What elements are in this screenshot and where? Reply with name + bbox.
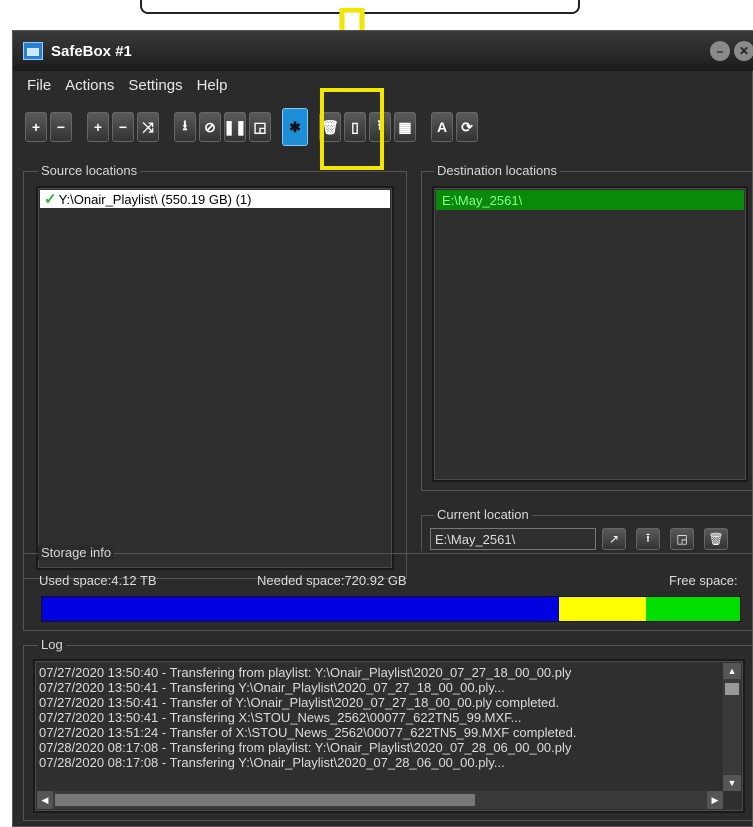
pause-icon: ❚❚ — [223, 118, 247, 135]
title-bar: SafeBox #1 – ✕ — [13, 31, 753, 71]
vertical-scroll-thumb[interactable] — [725, 683, 739, 695]
shuffle-button[interactable]: ⤨ — [137, 112, 159, 142]
document-icon: ▯ — [351, 118, 359, 135]
refresh-button[interactable]: ⟳ — [456, 112, 478, 142]
menu-help[interactable]: Help — [197, 77, 228, 94]
list-item[interactable]: ✓ Y:\Onair_Playlist\ (550.19 GB) (1) — [40, 190, 390, 208]
current-location-group: Current location E:\May_2561\ ↗ ⭱ ◲ 🗑 — [421, 507, 753, 551]
horizontal-scroll-thumb[interactable] — [55, 794, 475, 806]
destination-locations-group: Destination locations E:\May_2561\ — [421, 163, 753, 491]
needed-space-text: Needed space:720.92 GB — [257, 573, 407, 588]
minimize-button[interactable]: – — [710, 41, 730, 61]
current-location-value: E:\May_2561\ — [435, 531, 516, 547]
free-space-segment — [646, 597, 740, 621]
trash-icon: 🗑 — [708, 532, 724, 546]
trash-icon: 🗑 — [321, 118, 339, 135]
check-icon: ✓ — [44, 191, 57, 208]
destination-item-label: E:\May_2561\ — [442, 192, 523, 208]
current-location-field[interactable]: E:\May_2561\ — [430, 528, 596, 550]
menu-actions[interactable]: Actions — [65, 77, 114, 94]
scroll-right-button[interactable]: ▶ — [707, 791, 723, 809]
upload-icon: ⭱ — [645, 530, 651, 545]
upload-icon: ⭱ — [377, 117, 383, 133]
settings-star-icon: ✱ — [289, 118, 301, 135]
storage-bar — [41, 596, 741, 622]
remove-source-button[interactable]: − — [50, 112, 72, 142]
add-source-button[interactable]: + — [25, 112, 47, 142]
window-icon: ◲ — [253, 118, 267, 135]
toolbar: + − + − ⤨ ⭳ ⊘ ❚❚ ◲ ✱ 🗑 ▯ ⭱ ▦ A ⟳ — [25, 108, 481, 146]
grid-button[interactable]: ▦ — [394, 112, 416, 142]
stop-icon: ⊘ — [204, 118, 216, 135]
remove-destination-button[interactable]: − — [112, 112, 134, 142]
stop-button[interactable]: ⊘ — [199, 112, 221, 142]
close-button[interactable]: ✕ — [734, 41, 753, 61]
free-space-text: Free space: — [669, 573, 738, 588]
upload-button[interactable]: ⭱ — [369, 112, 391, 142]
open-folder-button[interactable]: ↗ — [602, 528, 626, 550]
menu-settings[interactable]: Settings — [128, 77, 182, 94]
log-line: 07/27/2020 13:50:41 - Transfering X:\STO… — [39, 710, 522, 725]
source-locations-label: Source locations — [38, 163, 141, 178]
minus-icon: − — [118, 119, 128, 135]
document-button[interactable]: ▯ — [344, 112, 366, 142]
source-locations-group: Source locations ✓ Y:\Onair_Playlist\ (5… — [23, 163, 407, 579]
download-icon: ⭳ — [182, 117, 188, 133]
destination-list[interactable]: E:\May_2561\ — [432, 186, 748, 482]
move-up-button[interactable]: ⭱ — [636, 528, 660, 550]
scroll-left-button[interactable]: ◀ — [37, 791, 53, 809]
pause-button[interactable]: ❚❚ — [223, 112, 247, 142]
window-button[interactable]: ◲ — [249, 112, 271, 142]
source-list[interactable]: ✓ Y:\Onair_Playlist\ (550.19 GB) (1) — [36, 186, 394, 570]
settings-star-button[interactable]: ✱ — [282, 108, 308, 146]
used-space-segment — [42, 597, 559, 621]
log-list[interactable]: 07/27/2020 13:50:40 - Transfering from p… — [33, 659, 745, 813]
add-destination-button[interactable]: + — [87, 112, 109, 142]
source-item-label: Y:\Onair_Playlist\ (550.19 GB) (1) — [58, 191, 252, 207]
arrow-out-icon: ↗ — [608, 532, 620, 546]
menu-bar: File Actions Settings Help — [13, 73, 753, 97]
font-icon: A — [436, 119, 448, 135]
window-icon: ◲ — [676, 532, 688, 546]
needed-space-segment — [558, 597, 647, 621]
horizontal-scrollbar[interactable]: ◀ ▶ — [37, 791, 723, 809]
log-line: 07/27/2020 13:50:41 - Transfer of Y:\Ona… — [39, 695, 560, 710]
minus-icon: − — [56, 119, 66, 135]
refresh-icon: ⟳ — [461, 118, 473, 135]
plus-icon: + — [31, 119, 41, 135]
window-title: SafeBox #1 — [51, 42, 132, 60]
safebox-window: SafeBox #1 – ✕ File Actions Settings Hel… — [12, 30, 753, 827]
window-small-button[interactable]: ◲ — [670, 528, 694, 550]
log-line: 07/27/2020 13:51:24 - Transfer of X:\STO… — [39, 725, 577, 740]
log-line: 07/27/2020 13:50:40 - Transfering from p… — [39, 665, 572, 680]
list-item[interactable]: E:\May_2561\ — [436, 190, 744, 210]
vertical-scrollbar[interactable]: ▲ ▼ — [723, 663, 741, 791]
log-label: Log — [38, 637, 66, 652]
log-text: 07/27/2020 13:50:40 - Transfering from p… — [39, 665, 719, 793]
grid-icon: ▦ — [398, 118, 412, 135]
scroll-up-button[interactable]: ▲ — [723, 663, 741, 679]
log-line: 07/27/2020 13:50:41 - Transfering Y:\Ona… — [39, 680, 505, 695]
plus-icon: + — [93, 119, 103, 135]
shuffle-icon: ⤨ — [142, 118, 154, 135]
used-space-text: Used space:4.12 TB — [39, 573, 157, 588]
menu-file[interactable]: File — [27, 77, 51, 94]
delete-button[interactable]: 🗑 — [319, 112, 341, 142]
log-line: 07/28/2020 08:17:08 - Transfering Y:\Ona… — [39, 755, 505, 770]
current-location-label: Current location — [434, 507, 532, 522]
app-icon — [23, 42, 43, 60]
font-button[interactable]: A — [431, 112, 453, 142]
destination-locations-label: Destination locations — [434, 163, 560, 178]
delete-location-button[interactable]: 🗑 — [704, 528, 728, 550]
download-button[interactable]: ⭳ — [174, 112, 196, 142]
storage-info-label: Storage info — [38, 545, 115, 560]
log-line: 07/28/2020 08:17:08 - Transfering from p… — [39, 740, 572, 755]
scroll-down-button[interactable]: ▼ — [723, 775, 741, 791]
